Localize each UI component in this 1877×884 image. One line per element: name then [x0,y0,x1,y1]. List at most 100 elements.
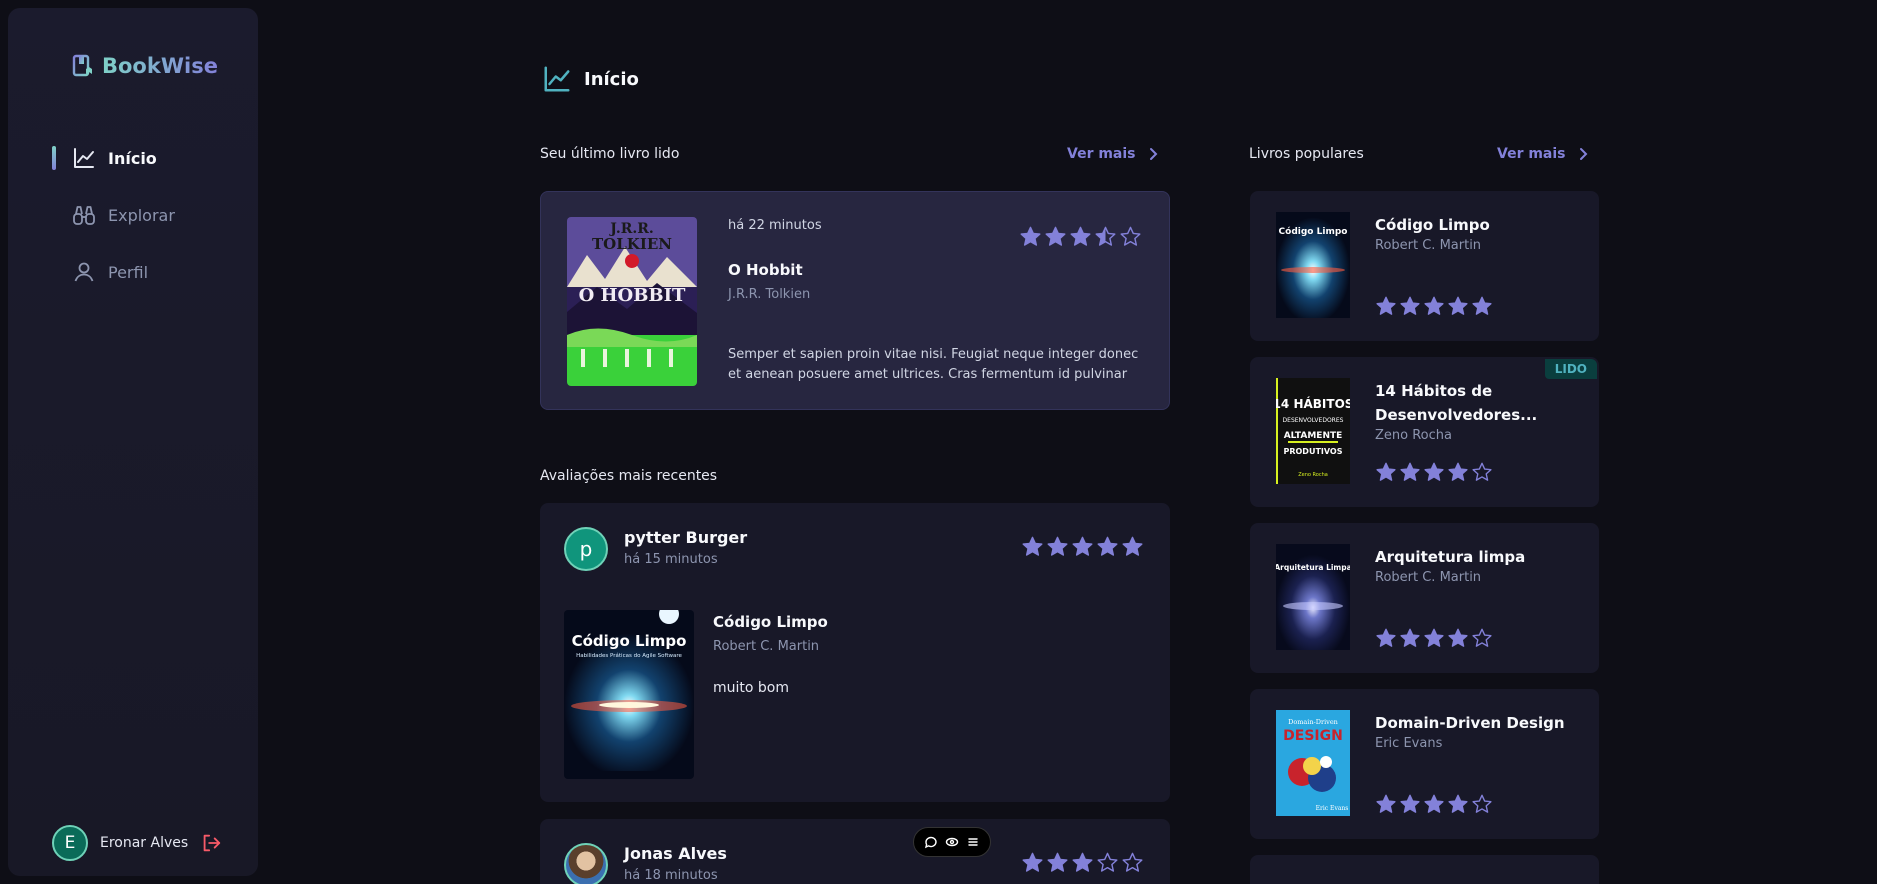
menu-icon[interactable] [966,835,980,849]
popular-book-author: Zeno Rocha [1375,428,1452,443]
book-cover-domain-driven-design: Domain-Driven DESIGN Eric Evans [1276,710,1350,816]
star-filled-icon [1448,296,1468,315]
star-filled-icon [1424,794,1444,813]
star-filled-icon [1424,462,1444,481]
star-empty-icon [1472,628,1492,647]
binoculars-icon [73,206,95,225]
review-text: muito bom [713,680,789,696]
star-filled-icon [1047,536,1068,556]
star-filled-icon [1376,296,1396,315]
popular-book-author: Eric Evans [1375,736,1443,751]
svg-text:Domain-Driven: Domain-Driven [1288,718,1338,726]
popular-book-card[interactable]: LIDO 14 HÁBITOS DESENVOLVEDORES ALTAMENT… [1250,357,1599,507]
star-filled-icon [1022,536,1043,556]
popular-book-card[interactable]: Domain-Driven DESIGN Eric Evans Domain-D… [1250,689,1599,839]
svg-text:14 HÁBITOS: 14 HÁBITOS [1276,396,1350,411]
star-filled-icon [1047,852,1068,872]
avatar: E [52,825,88,861]
rating-stars [1021,535,1144,558]
chart-line-icon [74,148,94,168]
review-card[interactable]: Jonas Alves há 18 minutos [540,819,1170,884]
star-filled-icon [1097,536,1118,556]
review-time: há 15 minutos [624,552,718,567]
main-nav: Início Explorar Perfil [52,142,175,313]
rating-stars [1019,225,1142,248]
avatar[interactable]: p [564,527,608,571]
rating-stars [1375,295,1493,317]
sign-out-icon[interactable] [200,832,222,854]
star-filled-icon [1448,794,1468,813]
popular-book-card[interactable] [1250,855,1599,884]
last-read-card[interactable]: J.R.R. TOLKIEN O HOBBIT há 22 minutos O … [540,191,1170,410]
star-filled-icon [1020,226,1041,246]
star-filled-icon [1400,462,1420,481]
rating-stars [1021,851,1144,874]
popular-book-author: Robert C. Martin [1375,238,1482,253]
popular-book-card[interactable]: Arquitetura Limpa Arquitetura limpa Robe… [1250,523,1599,673]
star-filled-icon [1376,794,1396,813]
popular-section-title: Livros populares [1249,146,1364,162]
star-filled-icon [1022,852,1043,872]
star-filled-icon [1122,536,1143,556]
svg-text:TOLKIEN: TOLKIEN [592,235,672,253]
review-time: há 18 minutos [624,868,718,883]
book-cover-hobbit: J.R.R. TOLKIEN O HOBBIT [567,217,697,386]
comment-icon[interactable] [924,835,938,849]
user-profile[interactable]: E Eronar Alves [52,825,222,861]
star-filled-icon [1400,296,1420,315]
page-header: Início [542,64,639,94]
page-title: Início [584,68,639,90]
recent-reviews-section-title: Avaliações mais recentes [540,468,718,484]
svg-text:Zeno Rocha: Zeno Rocha [1298,472,1328,478]
chart-line-icon [544,66,570,92]
nav-item-label: Início [108,148,157,168]
popular-book-card[interactable]: Código Limpo Código Limpo Robert C. Mart… [1250,191,1599,341]
nav-item-perfil[interactable]: Perfil [52,256,175,288]
last-read-book-author: J.R.R. Tolkien [728,287,811,302]
see-more-label: Ver mais [1497,146,1566,162]
nav-item-label: Perfil [108,262,149,282]
star-filled-icon [1376,628,1396,647]
star-half-icon [1095,226,1116,246]
star-empty-icon [1122,852,1143,872]
last-read-description: Semper et sapien proin vitae nisi. Feugi… [728,347,1139,382]
app-logo[interactable]: BookWise [72,54,218,78]
popular-book-title: 14 Hábitos de Desenvolvedores... [1375,382,1538,424]
popular-book-title: Arquitetura limpa [1375,548,1526,566]
avatar[interactable] [564,843,608,884]
last-read-see-more-link[interactable]: Ver mais [1067,146,1160,162]
svg-text:PRODUTIVOS: PRODUTIVOS [1283,447,1342,456]
book-cover-arquitetura-limpa: Arquitetura Limpa [1276,544,1350,650]
nav-item-label: Explorar [108,205,175,225]
popular-book-title: Domain-Driven Design [1375,714,1565,732]
eye-icon[interactable] [945,835,959,849]
star-filled-icon [1400,794,1420,813]
nav-item-explorar[interactable]: Explorar [52,199,175,231]
see-more-label: Ver mais [1067,146,1136,162]
popular-see-more-link[interactable]: Ver mais [1497,146,1590,162]
popular-book-author: Robert C. Martin [1375,570,1482,585]
sidebar: BookWise Início Explorar Perfil E Eronar… [8,8,258,876]
book-cover-14-habitos: 14 HÁBITOS DESENVOLVEDORES ALTAMENTE PRO… [1276,378,1350,484]
star-filled-icon [1045,226,1066,246]
nav-item-inicio[interactable]: Início [52,142,175,174]
svg-text:Habilidades Práticas do Agile: Habilidades Práticas do Agile Software [576,652,682,659]
book-cover-codigo-limpo[interactable]: Código Limpo Habilidades Práticas do Agi… [564,610,694,779]
star-filled-icon [1376,462,1396,481]
reviewer-name[interactable]: pytter Burger [624,528,747,547]
user-name: Eronar Alves [100,835,189,851]
rating-stars [1375,627,1493,649]
svg-text:Código Limpo: Código Limpo [572,632,687,650]
star-filled-icon [1448,628,1468,647]
book-cover-codigo-limpo: Código Limpo [1276,212,1350,318]
popular-book-title: Código Limpo [1375,216,1490,234]
review-book-title[interactable]: Código Limpo [713,613,828,631]
reviewer-name[interactable]: Jonas Alves [624,844,727,863]
star-filled-icon [1072,852,1093,872]
svg-text:Eric Evans: Eric Evans [1316,805,1349,812]
svg-text:Código Limpo: Código Limpo [1279,226,1348,237]
star-empty-icon [1472,794,1492,813]
last-read-book-title: O Hobbit [728,261,803,279]
svg-text:DESIGN: DESIGN [1283,728,1343,744]
review-card[interactable]: p pytter Burger há 15 minutos Código Lim… [540,503,1170,802]
